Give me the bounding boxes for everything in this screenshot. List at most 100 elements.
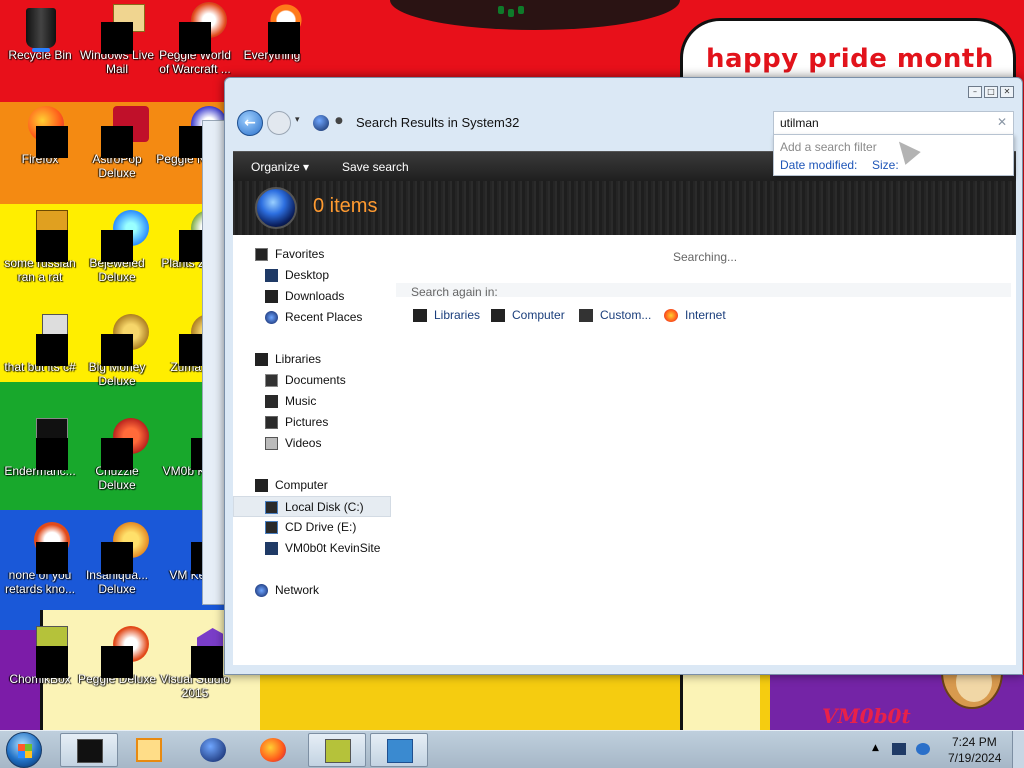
close-button[interactable]: ✕ [1000,86,1014,98]
status-bar [225,665,1022,674]
filter-date-modified[interactable]: Date modified: [780,158,857,172]
network-icon [255,584,268,597]
media-player-icon [136,738,162,762]
file-icon [22,210,68,262]
wallpaper-dot [498,6,504,14]
search-filter-popup: Add a search filter Date modified: Size: [773,134,1014,176]
search-input[interactable]: utilman ✕ [773,111,1014,135]
nav-label: Computer [275,478,328,492]
filter-size[interactable]: Size: [872,158,899,172]
recent-places-icon [265,311,278,324]
game-icon [99,418,149,470]
maximize-button[interactable]: □ [984,86,998,98]
address-bar[interactable]: ● Search Results in System32 ▾ ↻ [305,110,834,136]
taskbar-network-app[interactable] [370,733,428,767]
chomikbox-icon [325,739,351,763]
taskbar-browser[interactable] [184,733,242,767]
game-icon [99,106,149,158]
pictures-icon [265,416,278,429]
nav-label: Documents [285,373,346,387]
desktop-icon-big-money[interactable]: Big Money Deluxe [77,314,157,388]
taskbar-media-player[interactable] [120,733,178,767]
network-tray-icon[interactable] [892,743,906,755]
firefox-icon [260,738,286,762]
nav-label: Libraries [275,352,322,366]
desktop-icon-some-russian-ran-a-rat[interactable]: some russian ran a rat [0,210,80,284]
favorites-icon [255,248,268,261]
taskbar: ▲ 7:24 PM 7/19/2024 [0,730,1024,768]
nav-label: Desktop [285,268,330,282]
recent-pages-dropdown[interactable]: ▾ [295,115,300,125]
search-again-computer[interactable]: Computer [512,308,565,322]
desktop-icon-peggle-deluxe[interactable]: Peggle Deluxe [77,626,157,686]
nav-label: CD Drive (E:) [285,520,357,534]
nav-desktop[interactable]: Desktop [233,265,391,286]
window-controls: – □ ✕ [968,86,1014,98]
nav-music[interactable]: Music [233,391,391,412]
libraries-icon [255,353,268,366]
forward-button[interactable] [267,111,291,135]
clock-time[interactable]: 7:24 PM [952,735,997,749]
desktop-icon-visual-studio[interactable]: Visual Studio 2015 [155,628,235,700]
desktop-icon-endermanc[interactable]: Endermanc... [0,418,80,478]
start-button[interactable] [6,732,42,768]
nav-pictures[interactable]: Pictures [233,412,391,433]
desktop-icon-firefox[interactable]: Firefox [0,106,80,166]
desktop-icon-chuzzle[interactable]: Chuzzle Deluxe [77,418,157,492]
volume-icon[interactable] [916,743,930,755]
tray-expand-icon[interactable]: ▲ [872,743,886,755]
search-status: Searching... [673,250,738,264]
nav-libraries[interactable]: Libraries [233,349,391,370]
taskbar-firefox[interactable] [244,733,302,767]
computer-icon [255,479,268,492]
item-count: 0 items [313,195,378,217]
desktop-icon-astropop[interactable]: AstroPop Deluxe [77,106,157,180]
show-desktop-button[interactable] [1012,731,1024,768]
game-icon [99,314,149,366]
desktop-icon-none-of-you[interactable]: none of you retards kno... [0,522,80,596]
desktop-icon-that-but-its-c[interactable]: that but its c# [0,314,80,374]
nav-label: Pictures [285,415,329,429]
nav-local-disk[interactable]: Local Disk (C:) [233,496,391,517]
nav-label: Recent Places [285,310,363,324]
search-again-internet[interactable]: Internet [685,308,726,322]
desktop-icon-windows-live-mail[interactable]: Windows Live Mail [77,4,157,76]
wallpaper-dot [518,6,524,14]
globe-icon [200,738,226,762]
desktop-icon-chomikbox[interactable]: ChomikBox [0,626,80,686]
organize-button[interactable]: Organize ▾ [251,160,309,174]
clock-date[interactable]: 7/19/2024 [948,751,1001,765]
nav-favorites[interactable]: Favorites [233,244,391,265]
desktop-icon-insaniquarium[interactable]: Insaniqua... Deluxe [77,522,157,596]
search-again-libraries[interactable]: Libraries [434,308,480,322]
game-icon [99,626,149,678]
breadcrumb-separator-icon[interactable]: ● [335,116,343,126]
nav-label: Downloads [285,289,345,303]
desktop-icon-bejeweled[interactable]: Bejeweled Deluxe [77,210,157,284]
nav-network[interactable]: Network [233,580,391,601]
nav-videos[interactable]: Videos [233,433,391,454]
nav-computer[interactable]: Computer [233,475,391,496]
nav-label: VM0b0t KevinSite [285,541,381,555]
taskbar-explorer[interactable] [60,733,118,767]
music-icon [265,395,278,408]
nav-cd-drive[interactable]: CD Drive (E:) [233,517,391,538]
nav-vm-share[interactable]: VM0b0t KevinSite [233,538,391,559]
taskbar-chomikbox[interactable] [308,733,366,767]
app-icon [22,418,68,470]
desktop-icon-everything[interactable]: Everything [232,2,312,62]
nav-documents[interactable]: Documents [233,370,391,391]
save-search-button[interactable]: Save search [342,160,409,174]
search-icon [254,2,304,54]
nav-downloads[interactable]: Downloads [233,286,391,307]
minimize-button[interactable]: – [968,86,982,98]
back-button[interactable]: ← [237,110,263,136]
content-area: Favorites Desktop Downloads Recent Place… [233,235,1016,667]
clear-search-icon[interactable]: ✕ [997,115,1007,129]
desktop-icon-recycle-bin[interactable]: Recycle Bin [0,8,80,62]
nav-label: Videos [285,436,322,450]
desktop-icon-peggle-wow[interactable]: Peggle World of Warcraft ... [155,2,235,76]
search-again-custom[interactable]: Custom... [600,308,651,322]
shortcut-icon [22,522,70,574]
nav-recent-places[interactable]: Recent Places [233,307,391,328]
